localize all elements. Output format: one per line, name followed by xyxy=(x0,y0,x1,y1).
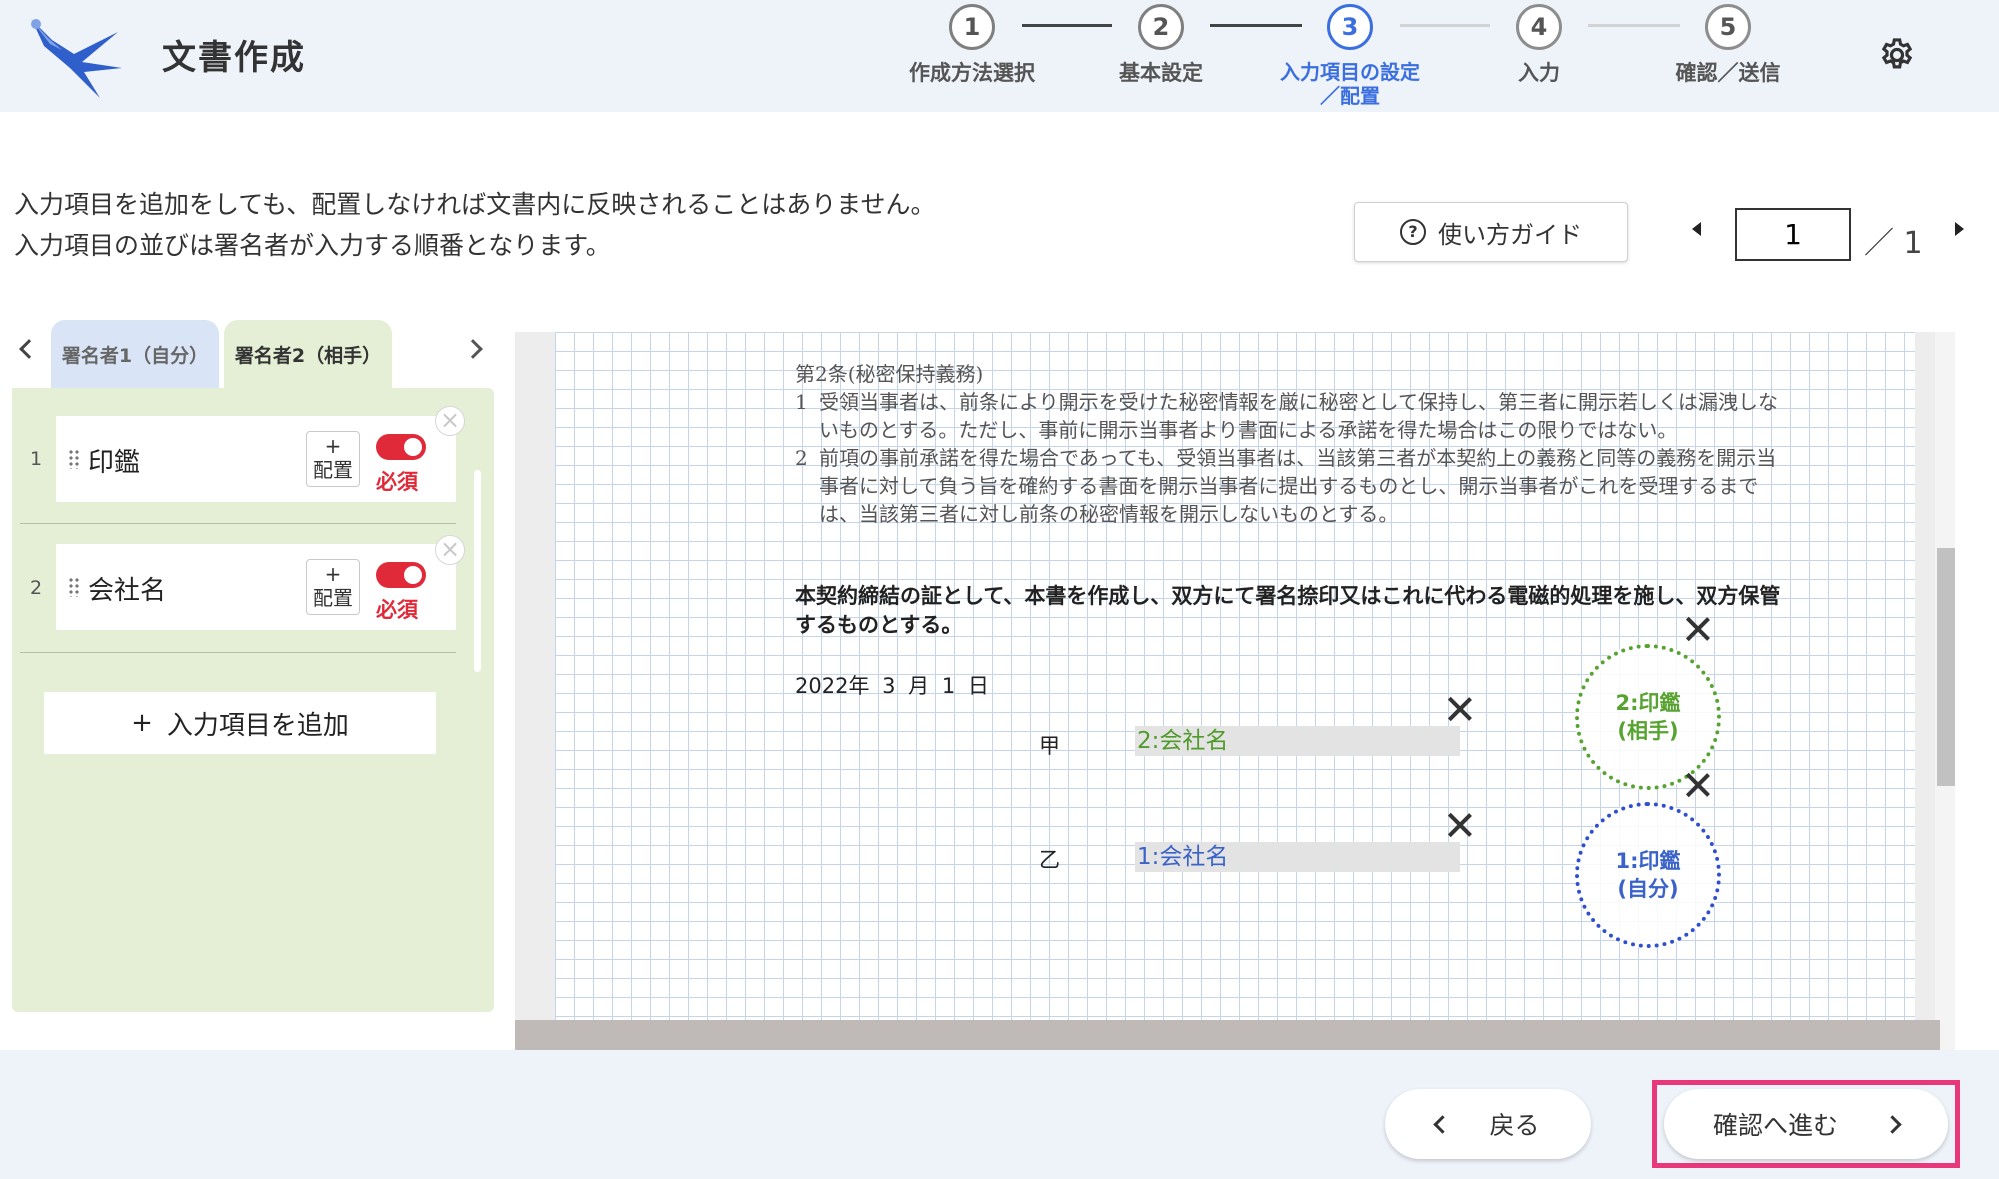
page-total: ／ 1 xyxy=(1864,218,1923,262)
party-b-label: 乙 xyxy=(1039,848,1060,872)
closing-text: 本契約締結の証として、本書を作成し、双方にて署名捺印又はこれに代わる電磁的処理を… xyxy=(795,584,1781,637)
tab-signer-1[interactable]: 署名者1（自分） xyxy=(51,320,219,388)
step-label: 作成方法選択 xyxy=(909,61,1035,85)
proceed-to-confirm-button[interactable]: 確認へ進む xyxy=(1664,1089,1948,1159)
usage-guide-label: 使い方ガイド xyxy=(1438,220,1582,249)
page-separator: ／ xyxy=(1864,226,1894,261)
tab-signer-2[interactable]: 署名者2（相手） xyxy=(224,320,392,388)
add-field-button[interactable]: + 入力項目を追加 xyxy=(44,692,436,754)
place-field-button[interactable]: + 配置 xyxy=(306,559,360,615)
step-5: 5 確認／送信 xyxy=(1648,4,1808,86)
field-name: 印鑑 xyxy=(88,448,141,478)
close-icon[interactable]: × xyxy=(435,535,465,565)
step-label: 確認／送信 xyxy=(1675,61,1781,85)
step-label: 入力項目の設定 ／配置 xyxy=(1280,60,1420,108)
step-3[interactable]: 3 入力項目の設定 ／配置 xyxy=(1270,4,1430,108)
next-page-icon[interactable] xyxy=(1955,222,1964,236)
step-label: 入力 xyxy=(1518,61,1560,85)
article-text: 第2条(秘密保持義務) 1 受領当事者は、前条により開示を受けた秘密情報を厳に秘密… xyxy=(795,360,1795,528)
step-label: 基本設定 xyxy=(1119,61,1203,85)
panel-scrollbar[interactable] xyxy=(474,470,481,672)
usage-guide-button[interactable]: ? 使い方ガイド xyxy=(1354,202,1628,262)
chevron-left-icon xyxy=(1433,1114,1453,1134)
next-label: 確認へ進む xyxy=(1712,1111,1838,1140)
close-icon[interactable]: × xyxy=(435,406,465,436)
chevron-right-icon[interactable] xyxy=(463,339,483,359)
back-label: 戻る xyxy=(1489,1111,1540,1140)
field-order-number: 2 xyxy=(30,577,43,599)
header: 文書作成 1 作成方法選択 2 基本設定 3 入力項目の設定 ／配置 4 入力 … xyxy=(0,0,1999,112)
page-total-value: 1 xyxy=(1903,226,1923,261)
drag-handle-icon[interactable] xyxy=(68,449,80,469)
close-icon[interactable] xyxy=(1685,616,1711,642)
divider xyxy=(20,523,456,524)
chevron-right-icon xyxy=(1883,1114,1902,1134)
plus-icon: + xyxy=(324,434,342,458)
article-title: 第2条(秘密保持義務) xyxy=(795,362,984,386)
instruction-line: 入力項目の並びは署名者が入力する順番となります。 xyxy=(14,231,611,260)
plus-icon: + xyxy=(324,562,342,586)
prev-page-icon[interactable] xyxy=(1692,222,1701,236)
divider xyxy=(20,652,456,653)
close-icon[interactable] xyxy=(1447,696,1473,722)
placed-field-company-signer1[interactable]: 1:会社名 xyxy=(1135,842,1460,872)
toggle-knob xyxy=(404,566,422,584)
swallow-logo-icon xyxy=(30,18,122,98)
placed-seal-signer2[interactable]: 2:印鑑 (相手) xyxy=(1575,644,1721,790)
place-label: 配置 xyxy=(313,586,353,610)
close-icon[interactable] xyxy=(1447,812,1473,838)
instruction-line: 入力項目を追加をしても、配置しなければ文書内に反映されることはありません。 xyxy=(14,190,936,219)
vertical-scrollbar[interactable] xyxy=(1937,548,1955,786)
page-number-input[interactable] xyxy=(1735,208,1851,261)
required-toggle[interactable] xyxy=(376,434,426,460)
field-order-number: 1 xyxy=(30,448,43,470)
step-number: 2 xyxy=(1138,4,1184,50)
place-field-button[interactable]: + 配置 xyxy=(306,431,360,487)
help-circle-icon: ? xyxy=(1400,219,1426,245)
clause: 2 前項の事前承諾を得た場合であっても、受領当事者は、当該第三者が本契約上の義務と… xyxy=(795,446,1777,526)
step-number: 5 xyxy=(1705,4,1751,50)
gear-icon[interactable] xyxy=(1878,36,1916,74)
add-field-label: 入力項目を追加 xyxy=(166,710,349,741)
step-number: 1 xyxy=(949,4,995,50)
drag-handle-icon[interactable] xyxy=(68,577,80,597)
toggle-knob xyxy=(404,438,422,456)
horizontal-scrollbar[interactable] xyxy=(515,1020,1940,1050)
step-number: 3 xyxy=(1327,4,1373,50)
step-1[interactable]: 1 作成方法選択 xyxy=(892,4,1052,86)
step-4: 4 入力 xyxy=(1459,4,1619,86)
document-preview[interactable]: 第2条(秘密保持義務) 1 受領当事者は、前条により開示を受けた秘密情報を厳に秘密… xyxy=(515,332,1955,1050)
clause: 1 受領当事者は、前条により開示を受けた秘密情報を厳に秘密として保持し、第三者に開… xyxy=(795,390,1778,442)
required-toggle[interactable] xyxy=(376,562,426,588)
field-name: 会社名 xyxy=(88,576,167,606)
placed-seal-signer1[interactable]: 1:印鑑 (自分) xyxy=(1575,802,1721,948)
place-label: 配置 xyxy=(313,458,353,482)
placed-field-company-signer2[interactable]: 2:会社名 xyxy=(1135,726,1460,756)
required-label: 必須 xyxy=(376,470,418,494)
party-a-label: 甲 xyxy=(1039,734,1060,758)
contract-date: 2022年 3 月 1 日 xyxy=(795,674,989,698)
document-page[interactable]: 第2条(秘密保持義務) 1 受領当事者は、前条により開示を受けた秘密情報を厳に秘密… xyxy=(555,332,1915,1022)
app-title: 文書作成 xyxy=(162,38,306,78)
required-label: 必須 xyxy=(376,598,418,622)
field-item-seal[interactable]: 印鑑 + 配置 必須 xyxy=(56,416,456,502)
instructions: 入力項目を追加をしても、配置しなければ文書内に反映されることはありません。 入力… xyxy=(14,184,936,266)
back-button[interactable]: 戻る xyxy=(1385,1089,1591,1159)
plus-icon: + xyxy=(131,708,153,738)
chevron-left-icon[interactable] xyxy=(19,339,39,359)
close-icon[interactable] xyxy=(1685,772,1711,798)
step-2[interactable]: 2 基本設定 xyxy=(1081,4,1241,86)
field-item-company-name[interactable]: 会社名 + 配置 必須 xyxy=(56,544,456,630)
step-number: 4 xyxy=(1516,4,1562,50)
